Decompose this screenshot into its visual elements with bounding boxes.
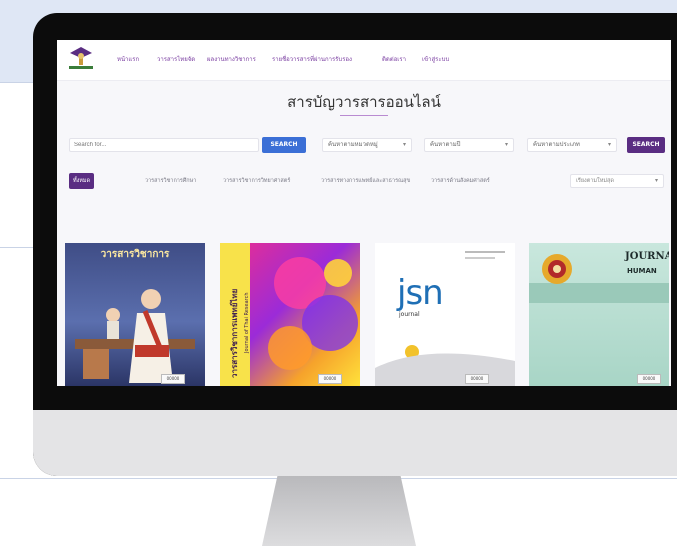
nav-item-academic-works[interactable]: ผลงานทางวิชาการ xyxy=(207,54,256,64)
title-underline xyxy=(340,115,388,116)
journal-card[interactable]: jsn journal 00000 xyxy=(375,243,515,386)
search-button[interactable]: SEARCH xyxy=(262,137,306,153)
category-select[interactable]: ค้นหาตามหมวดหมู่ ▾ xyxy=(322,138,412,152)
sort-select[interactable]: เรียงตามใหม่สุด ▾ xyxy=(570,174,664,188)
nav-item-journals[interactable]: วารสารไทยจัด xyxy=(157,54,195,64)
nav-item-certified-journals[interactable]: รายชื่อวารสารที่ผ่านการรับรอง xyxy=(272,54,352,64)
university-logo-icon[interactable] xyxy=(67,44,95,72)
journal-cover-wave xyxy=(375,353,515,386)
tab-education[interactable]: วารสารวิชาการศึกษา xyxy=(141,173,200,189)
tab-science[interactable]: วารสารวิชาการวิทยาศาสตร์ xyxy=(219,173,294,189)
chevron-down-icon: ▾ xyxy=(607,141,611,148)
category-select-value: ค้นหาตามหมวดหมู่ xyxy=(328,141,378,148)
nav-item-home[interactable]: หน้าแรก xyxy=(117,54,139,64)
tab-health[interactable]: วารสารทางการแพทย์และสาธารณสุข xyxy=(317,173,414,189)
chevron-down-icon: ▾ xyxy=(504,141,508,148)
monitor-stand xyxy=(262,476,416,546)
top-navbar: หน้าแรก วารสารไทยจัด ผลงานทางวิชาการ ราย… xyxy=(57,40,671,81)
journal-card[interactable]: วารสารวิชาการ 00000 xyxy=(65,243,205,386)
monitor-chin xyxy=(33,410,677,476)
journal-label: 00000 xyxy=(465,374,489,384)
monitor-screen: หน้าแรก วารสารไทยจัด ผลงานทางวิชาการ ราย… xyxy=(57,40,671,386)
nav-item-contact[interactable]: ติดต่อเรา xyxy=(382,54,406,64)
journal-cover-splash xyxy=(268,257,358,370)
journal-label: 00000 xyxy=(637,374,661,384)
tab-social-science[interactable]: วารสารด้านสังคมศาสตร์ xyxy=(427,173,494,189)
tab-all[interactable]: ทั้งหมด xyxy=(69,173,95,189)
nav-item-login[interactable]: เข้าสู่ระบบ xyxy=(422,54,449,64)
chevron-down-icon: ▾ xyxy=(402,141,406,148)
journal-cover-emblem xyxy=(542,254,572,284)
page-title: สารบัญวารสารออนไลน์ xyxy=(287,93,441,111)
search-button-secondary[interactable]: SEARCH xyxy=(627,137,665,153)
journal-label: 00000 xyxy=(318,374,342,384)
year-select[interactable]: ค้นหาตามปี ▾ xyxy=(424,138,514,152)
search-input[interactable] xyxy=(69,138,259,152)
chevron-down-icon: ▾ xyxy=(654,177,658,184)
type-select-value: ค้นหาตามประเภท xyxy=(533,141,580,148)
sort-select-value: เรียงตามใหม่สุด xyxy=(576,178,614,184)
type-select[interactable]: ค้นหาตามประเภท ▾ xyxy=(527,138,617,152)
journal-card[interactable]: JOURNAL HUMAN 00000 xyxy=(529,243,669,386)
journal-cover-illustration xyxy=(75,289,195,383)
year-select-value: ค้นหาตามปี xyxy=(430,141,461,148)
journal-label: 00000 xyxy=(161,374,185,384)
journal-card[interactable]: วารสารวิชาการแพทย์ไทย Journal of Thai Re… xyxy=(220,243,360,386)
